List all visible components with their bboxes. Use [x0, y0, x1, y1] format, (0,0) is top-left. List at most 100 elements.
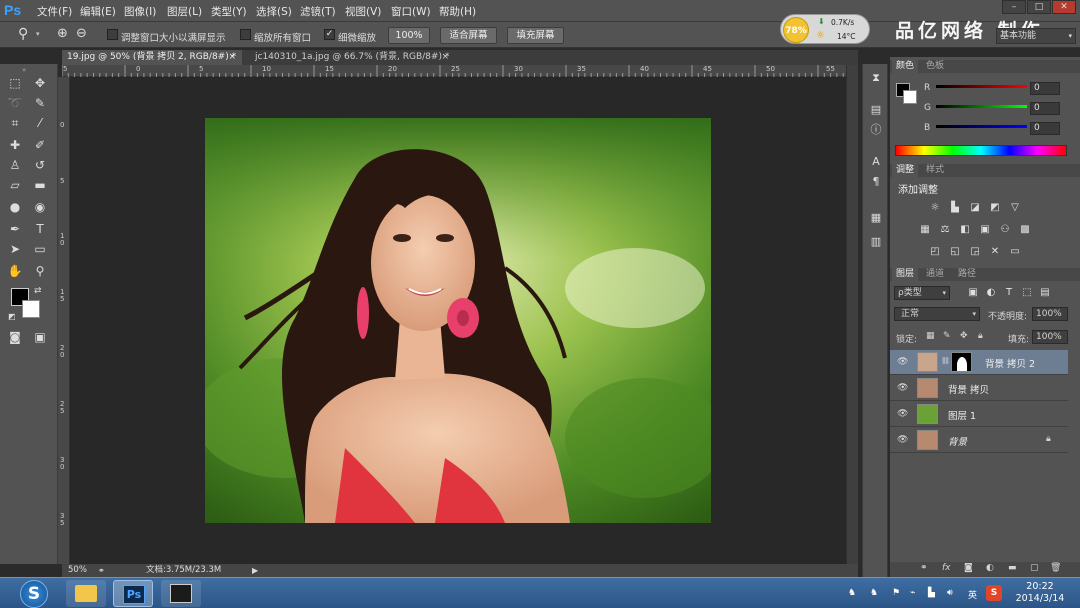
invert-icon[interactable]: ◰	[928, 245, 942, 258]
tray-flag-icon[interactable]: ⚑	[892, 588, 900, 598]
posterize-icon[interactable]: ◱	[948, 245, 962, 258]
pen-tool-icon[interactable]: ✒	[5, 220, 25, 238]
visibility-eye-icon[interactable]: 👁︎	[897, 383, 908, 393]
properties-panel-icon[interactable]: ▤	[867, 102, 885, 118]
menu-edit[interactable]: 编辑(E)	[80, 4, 116, 19]
ime-indicator[interactable]: 英	[968, 588, 977, 601]
chain-link-icon[interactable]: ⛓︎	[941, 357, 950, 365]
visibility-eye-icon[interactable]: 👁︎	[897, 357, 908, 367]
layer-row[interactable]: 👁︎ 背景 🔒︎	[890, 428, 1068, 453]
hue-saturation-icon[interactable]: ▦	[918, 223, 932, 236]
color-lookup-icon[interactable]: ▩	[1018, 223, 1032, 236]
close-button[interactable]: ✕	[1052, 0, 1076, 14]
lasso-tool-icon[interactable]: ➰	[5, 94, 25, 112]
layer-style-icon[interactable]: fx	[942, 563, 951, 573]
tray-qq-icon[interactable]: ♞	[848, 588, 856, 598]
menu-type[interactable]: 类型(Y)	[211, 4, 247, 19]
brightness-contrast-icon[interactable]: ☼	[928, 201, 942, 214]
document-image[interactable]	[205, 118, 711, 523]
delete-layer-icon[interactable]: 🗑︎	[1050, 563, 1061, 573]
black-white-icon[interactable]: ◧	[958, 223, 972, 236]
fill-field[interactable]: 100%	[1032, 330, 1068, 344]
tab-layers[interactable]: 图层	[892, 268, 919, 281]
layer-row[interactable]: 👁︎ 图层 1	[890, 402, 1068, 427]
threshold-icon[interactable]: ◲	[968, 245, 982, 258]
menu-file[interactable]: 文件(F)	[37, 4, 72, 19]
green-slider[interactable]	[936, 105, 1027, 108]
tab-paths[interactable]: 路径	[954, 268, 980, 281]
move-tool-icon[interactable]: ✥	[30, 74, 50, 92]
menu-filter[interactable]: 滤镜(T)	[300, 4, 336, 19]
paragraph-panel-icon[interactable]: ¶	[867, 174, 885, 190]
clone-stamp-tool-icon[interactable]: ♙	[5, 156, 25, 174]
workspace-select[interactable]: 基本功能 ▾	[996, 28, 1076, 44]
screen-mode-icon[interactable]: ▣	[30, 328, 50, 346]
layer-row[interactable]: 👁︎ ⛓︎ 背景 拷贝 2	[890, 350, 1068, 375]
new-adjustment-icon[interactable]: ◐	[986, 563, 994, 573]
filter-smart-object-icon[interactable]: ▤	[1038, 286, 1052, 299]
visibility-eye-icon[interactable]: 👁︎	[897, 435, 908, 445]
red-slider[interactable]	[936, 85, 1027, 88]
zoom-100-button[interactable]: 100%	[388, 27, 430, 44]
zoom-all-windows-checkbox[interactable]	[240, 29, 251, 40]
tab-document-jc140310[interactable]: jc140310_1a.jpg @ 66.7% (背景, RGB/8#) * ×	[250, 50, 455, 65]
taskbar-clock[interactable]: 20:22 2014/3/14	[1010, 581, 1070, 605]
levels-icon[interactable]: ▙	[948, 201, 962, 214]
opacity-field[interactable]: 100%	[1032, 307, 1068, 321]
blend-mode-select[interactable]: 正常 ▾	[894, 307, 980, 321]
vibrance-icon[interactable]: ▽	[1008, 201, 1022, 214]
info-panel-icon[interactable]: ⓘ	[867, 122, 885, 138]
layer-comps-panel-icon[interactable]: ▦	[867, 210, 885, 226]
scrubby-zoom-checkbox[interactable]: ✓	[324, 29, 335, 40]
add-mask-icon[interactable]: ◙	[964, 563, 973, 573]
explorer-task[interactable]	[66, 580, 106, 607]
tab-adjustments[interactable]: 调整	[892, 164, 919, 177]
menu-select[interactable]: 选择(S)	[256, 4, 292, 19]
filter-type-icon[interactable]: T	[1002, 286, 1016, 299]
eraser-tool-icon[interactable]: ▱	[5, 176, 25, 194]
blue-value[interactable]: 0	[1030, 122, 1060, 135]
channel-mixer-icon[interactable]: ⚇	[998, 223, 1012, 236]
layer-mask-thumbnail[interactable]	[951, 352, 972, 372]
color-balance-icon[interactable]: ⚖	[938, 223, 952, 236]
healing-brush-tool-icon[interactable]: ✚	[5, 136, 25, 154]
menu-help[interactable]: 帮助(H)	[439, 4, 476, 19]
network-speed-widget[interactable]: 78% ⬇ 0.7K/s ☼ 14°C	[780, 14, 870, 44]
lock-all-icon[interactable]: 🔒︎	[978, 331, 983, 341]
menu-layer[interactable]: 图层(L)	[167, 4, 202, 19]
tray-usb-icon[interactable]: ⌁	[910, 588, 915, 598]
gradient-tool-icon[interactable]: ▬	[30, 176, 50, 194]
tab-channels[interactable]: 通道	[922, 268, 948, 281]
lock-pixels-icon[interactable]: ✎	[943, 331, 951, 341]
link-layers-icon[interactable]: ⚭	[920, 563, 928, 573]
photo-filter-icon[interactable]: ▣	[978, 223, 992, 236]
red-value[interactable]: 0	[1030, 82, 1060, 95]
layer-filter-select[interactable]: ρ类型 ▾	[894, 286, 950, 300]
path-selection-tool-icon[interactable]: ➤	[5, 240, 25, 258]
resize-windows-checkbox[interactable]	[107, 29, 118, 40]
tab-close-icon[interactable]: ×	[441, 50, 449, 65]
filter-pixel-icon[interactable]: ▣	[966, 286, 980, 299]
hand-tool-icon[interactable]: ✋	[5, 262, 25, 280]
menu-window[interactable]: 窗口(W)	[391, 4, 431, 19]
zoom-tool-icon[interactable]: ⚲	[30, 262, 50, 280]
tray-volume-icon[interactable]: 🔊︎	[947, 588, 953, 598]
dodge-tool-icon[interactable]: ◉	[30, 198, 50, 216]
default-colors-icon[interactable]: ◩	[8, 312, 16, 321]
status-share-icon[interactable]: ⚭	[98, 564, 105, 577]
new-layer-icon[interactable]: ▢	[1030, 563, 1039, 573]
tray-qq2-icon[interactable]: ♞	[870, 588, 878, 598]
quick-selection-tool-icon[interactable]: ✎	[30, 94, 50, 112]
zoom-tool-icon[interactable]: ⚲	[18, 26, 28, 42]
tab-swatches[interactable]: 色板	[922, 60, 948, 73]
lock-position-icon[interactable]: ✥	[960, 331, 968, 341]
minimize-button[interactable]: –	[1002, 0, 1026, 14]
status-menu-arrow-icon[interactable]: ▶	[252, 564, 258, 577]
tray-sogou-icon[interactable]: S	[986, 585, 1002, 601]
menu-image[interactable]: 图像(I)	[124, 4, 156, 19]
tab-styles[interactable]: 样式	[922, 164, 948, 177]
crop-tool-icon[interactable]: ⌗	[5, 114, 25, 132]
marquee-tool-icon[interactable]: ⬚	[5, 74, 25, 92]
visibility-eye-icon[interactable]: 👁︎	[897, 409, 908, 419]
history-brush-tool-icon[interactable]: ↺	[30, 156, 50, 174]
